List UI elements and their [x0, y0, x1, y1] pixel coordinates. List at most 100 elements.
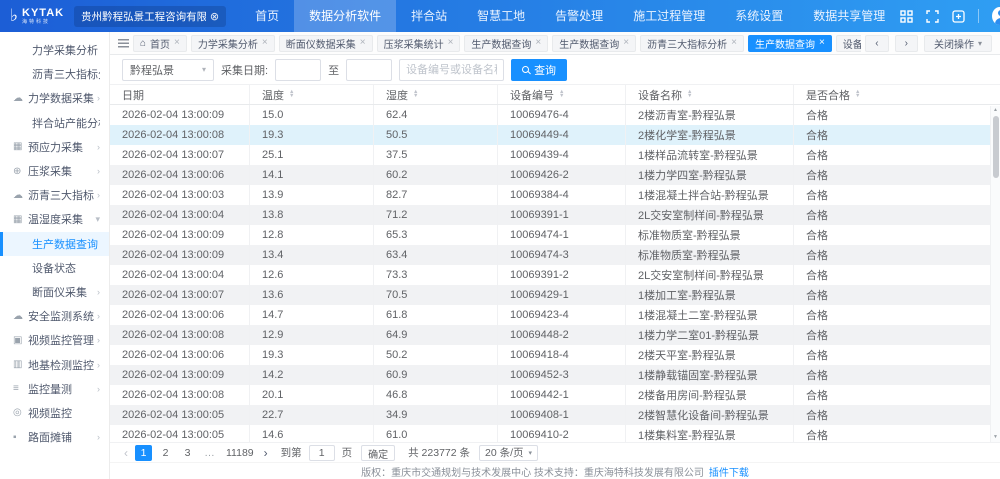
apps-grid-icon[interactable] — [900, 9, 913, 23]
clear-circle-icon[interactable]: ⊗ — [210, 10, 219, 23]
table-row-14[interactable]: 2026-02-04 13:00:0914.260.910069452-31楼静… — [110, 365, 1000, 385]
table-row-4[interactable]: 2026-02-04 13:00:0614.160.210069426-21楼力… — [110, 165, 1000, 185]
cell-device_no: 10069384-4 — [498, 185, 626, 205]
column-header-6[interactable]: 是否合格▲▼ — [794, 85, 1000, 104]
table-row-3[interactable]: 2026-02-04 13:00:0725.137.510069439-41楼样… — [110, 145, 1000, 165]
sort-icon[interactable]: ▲▼ — [559, 91, 564, 98]
nav-menu-item-5[interactable]: 告警处理 — [540, 0, 618, 32]
table-row-5[interactable]: 2026-02-04 13:00:0313.982.710069384-41楼混… — [110, 185, 1000, 205]
table-row-17[interactable]: 2026-02-04 13:00:0514.661.010069410-21楼集… — [110, 425, 1000, 442]
close-icon[interactable]: × — [262, 38, 268, 48]
table-row-9[interactable]: 2026-02-04 13:00:0412.673.310069391-22L交… — [110, 265, 1000, 285]
table-row-6[interactable]: 2026-02-04 13:00:0413.871.210069391-12L交… — [110, 205, 1000, 225]
sidebar-item-11[interactable]: 断面仪采集› — [0, 280, 109, 304]
sidebar-item-10[interactable]: 设备状态 — [0, 256, 109, 280]
close-icon[interactable]: × — [819, 38, 825, 48]
table-row-8[interactable]: 2026-02-04 13:00:0913.463.410069474-3标准物… — [110, 245, 1000, 265]
column-header-2[interactable]: 温度▲▼ — [250, 85, 374, 104]
nav-menu-item-4[interactable]: 智慧工地 — [462, 0, 540, 32]
fullscreen-icon[interactable] — [926, 9, 939, 23]
page-button-2[interactable]: 2 — [157, 445, 174, 461]
tab-6[interactable]: 生产数据查询× — [552, 35, 636, 52]
date-from-input[interactable] — [275, 59, 321, 81]
table-row-13[interactable]: 2026-02-04 13:00:0619.350.210069418-42楼天… — [110, 345, 1000, 365]
company-selector[interactable]: 贵州黔程弘景工程咨询有限责... ⊗ — [74, 6, 226, 27]
project-select[interactable]: 黔程弘景 ▾ — [122, 59, 214, 81]
sort-icon[interactable]: ▲▼ — [687, 91, 692, 98]
table-scrollbar[interactable]: ▲ ▼ — [990, 106, 1000, 442]
sort-icon[interactable]: ▲▼ — [413, 91, 418, 98]
nav-menu-item-1[interactable]: 首页 — [240, 0, 294, 32]
page-button-1[interactable]: 1 — [135, 445, 152, 461]
close-icon[interactable]: × — [360, 38, 366, 48]
plugin-download-link[interactable]: 插件下载 — [709, 464, 749, 479]
sidebar-item-5[interactable]: ▦预应力采集› — [0, 135, 109, 159]
device-search-input[interactable] — [399, 59, 504, 81]
tab-1[interactable]: ⌂首页× — [133, 35, 187, 52]
close-icon[interactable]: × — [623, 38, 629, 48]
close-icon[interactable]: × — [731, 38, 737, 48]
tabs-scroll-right-button[interactable]: › — [895, 35, 918, 52]
table-row-12[interactable]: 2026-02-04 13:00:0812.964.910069448-21楼力… — [110, 325, 1000, 345]
search-button[interactable]: 查询 — [511, 59, 567, 81]
date-to-input[interactable] — [346, 59, 392, 81]
sidebar-item-1[interactable]: 力学采集分析 — [0, 38, 109, 62]
sort-icon[interactable]: ▲▼ — [289, 91, 294, 98]
tab-7[interactable]: 沥青三大指标分析× — [640, 35, 744, 52]
goto-page-input[interactable] — [309, 445, 335, 461]
sidebar-item-16[interactable]: ◎视频监控 — [0, 401, 109, 425]
sidebar-item-7[interactable]: ☁沥青三大指标› — [0, 183, 109, 207]
tab-5[interactable]: 生产数据查询× — [464, 35, 548, 52]
sidebar-item-17[interactable]: ▪路面摊铺› — [0, 425, 109, 449]
sidebar-item-14[interactable]: ▥地基检测监控平台› — [0, 352, 109, 376]
column-header-5[interactable]: 设备名称▲▼ — [626, 85, 794, 104]
table-row-7[interactable]: 2026-02-04 13:00:0912.865.310069474-1标准物… — [110, 225, 1000, 245]
new-window-icon[interactable] — [952, 9, 965, 23]
tab-9[interactable]: 设备状态× — [836, 35, 862, 52]
table-row-2[interactable]: 2026-02-04 13:00:0819.350.510069449-42楼化… — [110, 125, 1000, 145]
sort-icon[interactable]: ▲▼ — [855, 91, 860, 98]
nav-menu-item-2[interactable]: 数据分析软件 — [294, 0, 396, 32]
table-row-15[interactable]: 2026-02-04 13:00:0820.146.810069442-12楼备… — [110, 385, 1000, 405]
page-size-select[interactable]: 20 条/页 ▾ — [479, 445, 538, 461]
user-avatar[interactable] — [992, 7, 1000, 25]
scrollbar-thumb[interactable] — [993, 116, 999, 178]
nav-menu-item-6[interactable]: 施工过程管理 — [618, 0, 720, 32]
sidebar-item-8[interactable]: ▦温湿度采集▾ — [0, 207, 109, 231]
sidebar-item-3[interactable]: ☁力学数据采集› — [0, 86, 109, 110]
sidebar-item-15[interactable]: ≡监控量测› — [0, 377, 109, 401]
cell-date: 2026-02-04 13:00:06 — [110, 345, 250, 365]
table-row-11[interactable]: 2026-02-04 13:00:0614.761.810069423-41楼混… — [110, 305, 1000, 325]
tab-list-icon[interactable] — [118, 39, 129, 48]
table-row-1[interactable]: 2026-02-04 13:00:0915.062.410069476-42楼沥… — [110, 105, 1000, 125]
scroll-up-icon[interactable]: ▲ — [993, 106, 998, 115]
column-header-3[interactable]: 湿度▲▼ — [374, 85, 498, 104]
sidebar-item-4[interactable]: 拌合站产能分析 — [0, 111, 109, 135]
page-button-3[interactable]: 3 — [179, 445, 196, 461]
tab-2[interactable]: 力学采集分析× — [191, 35, 275, 52]
sidebar-item-6[interactable]: ⊕压浆采集› — [0, 159, 109, 183]
sidebar-item-2[interactable]: 沥青三大指标分析 — [0, 62, 109, 86]
column-header-4[interactable]: 设备编号▲▼ — [498, 85, 626, 104]
tab-4[interactable]: 压浆采集统计× — [377, 35, 461, 52]
tab-8[interactable]: 生产数据查询× — [748, 35, 832, 52]
table-row-16[interactable]: 2026-02-04 13:00:0522.734.910069408-12楼智… — [110, 405, 1000, 425]
next-page-button[interactable]: › — [262, 446, 270, 460]
tab-3[interactable]: 断面仪数据采集× — [279, 35, 373, 52]
page-button-11189[interactable]: 11189 — [223, 445, 257, 461]
nav-menu-item-7[interactable]: 系统设置 — [720, 0, 798, 32]
confirm-button[interactable]: 确定 — [361, 445, 395, 461]
nav-menu-item-3[interactable]: 拌合站 — [396, 0, 462, 32]
table-row-10[interactable]: 2026-02-04 13:00:0713.670.510069429-11楼加… — [110, 285, 1000, 305]
sidebar-item-9[interactable]: 生产数据查询 — [0, 232, 109, 256]
nav-menu-item-8[interactable]: 数据共享管理 — [798, 0, 900, 32]
close-operations-dropdown[interactable]: 关闭操作 ▾ — [924, 35, 992, 52]
close-icon[interactable]: × — [535, 38, 541, 48]
sidebar-item-13[interactable]: ▣视频监控管理› — [0, 328, 109, 352]
sidebar-item-12[interactable]: ☁安全监测系统› — [0, 304, 109, 328]
tabs-scroll-left-button[interactable]: ‹ — [865, 35, 888, 52]
close-icon[interactable]: × — [448, 38, 454, 48]
scroll-down-icon[interactable]: ▼ — [993, 433, 998, 442]
close-icon[interactable]: × — [174, 38, 180, 48]
prev-page-button[interactable]: ‹ — [122, 446, 130, 460]
